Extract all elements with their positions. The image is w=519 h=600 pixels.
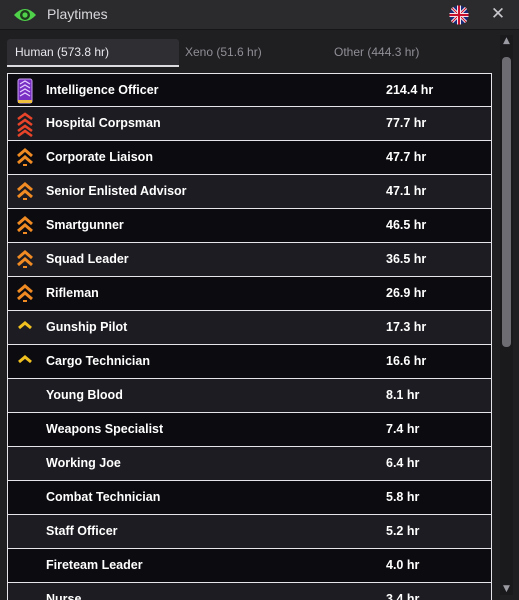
- orange-chevron-rank-icon: [14, 145, 36, 171]
- table-row: Young Blood 8.1 hr: [7, 379, 492, 413]
- table-row: Cargo Technician 16.6 hr: [7, 345, 492, 379]
- role-hours: 46.5 hr: [386, 218, 427, 232]
- role-name: Rifleman: [46, 286, 99, 300]
- role-name: Smartgunner: [46, 218, 124, 232]
- yellow-chevron-rank-icon: [14, 315, 36, 341]
- role-hours: 5.8 hr: [386, 490, 420, 504]
- yellow-chevron-rank-icon: [14, 349, 36, 375]
- role-name: Working Joe: [46, 456, 121, 470]
- table-row: Nurse 3.4 hr: [7, 583, 492, 600]
- tab-xeno[interactable]: Xeno (51.6 hr): [177, 39, 317, 67]
- table-row: Combat Technician 5.8 hr: [7, 481, 492, 515]
- role-hours: 47.7 hr: [386, 150, 427, 164]
- table-row: Squad Leader 36.5 hr: [7, 243, 492, 277]
- tab-human[interactable]: Human (573.8 hr): [7, 39, 179, 67]
- role-hours: 47.1 hr: [386, 184, 427, 198]
- scroll-up-arrow-icon[interactable]: ▲: [500, 35, 513, 47]
- table-row: Working Joe 6.4 hr: [7, 447, 492, 481]
- role-name: Intelligence Officer: [46, 83, 159, 97]
- purple-rank-insignia-icon: [14, 78, 36, 104]
- table-row: Intelligence Officer 214.4 hr: [7, 73, 492, 107]
- role-hours: 4.0 hr: [386, 558, 420, 572]
- role-name: Gunship Pilot: [46, 320, 128, 334]
- role-hours: 36.5 hr: [386, 252, 427, 266]
- role-name: Staff Officer: [46, 524, 118, 538]
- table-row: Fireteam Leader 4.0 hr: [7, 549, 492, 583]
- table-row: Staff Officer 5.2 hr: [7, 515, 492, 549]
- role-hours: 8.1 hr: [386, 388, 420, 402]
- uk-flag-icon: [449, 5, 469, 25]
- role-hours: 6.4 hr: [386, 456, 420, 470]
- table-row: Weapons Specialist 7.4 hr: [7, 413, 492, 447]
- role-hours: 16.6 hr: [386, 354, 427, 368]
- role-hours: 26.9 hr: [386, 286, 427, 300]
- orange-chevron-rank-icon: [14, 179, 36, 205]
- role-name: Weapons Specialist: [46, 422, 164, 436]
- tab-bar: Human (573.8 hr) Xeno (51.6 hr) Other (4…: [7, 39, 492, 67]
- role-name: Cargo Technician: [46, 354, 150, 368]
- scroll-down-arrow-icon[interactable]: ▼: [500, 583, 513, 595]
- table-row: Senior Enlisted Advisor 47.1 hr: [7, 175, 492, 209]
- role-name: Squad Leader: [46, 252, 129, 266]
- role-hours: 5.2 hr: [386, 524, 420, 538]
- role-hours: 7.4 hr: [386, 422, 420, 436]
- role-hours: 77.7 hr: [386, 116, 427, 130]
- window-title: Playtimes: [47, 6, 108, 22]
- title-bar: Playtimes ✕: [0, 0, 519, 30]
- eye-icon: [14, 9, 36, 21]
- table-row: Gunship Pilot 17.3 hr: [7, 311, 492, 345]
- table-row: Rifleman 26.9 hr: [7, 277, 492, 311]
- role-name: Young Blood: [46, 388, 123, 402]
- orange-chevron-rank-icon: [14, 281, 36, 307]
- table-row: Corporate Liaison 47.7 hr: [7, 141, 492, 175]
- orange-chevron-rank-icon: [14, 247, 36, 273]
- close-button[interactable]: ✕: [488, 4, 508, 24]
- table-row: Hospital Corpsman 77.7 hr: [7, 107, 492, 141]
- role-name: Nurse: [46, 592, 82, 600]
- scrollbar[interactable]: ▲ ▼: [500, 35, 513, 595]
- tab-other[interactable]: Other (444.3 hr): [326, 39, 476, 67]
- role-name: Senior Enlisted Advisor: [46, 184, 187, 198]
- role-name: Fireteam Leader: [46, 558, 143, 572]
- scroll-thumb[interactable]: [502, 57, 511, 347]
- role-name: Hospital Corpsman: [46, 116, 161, 130]
- playtime-table: Intelligence Officer 214.4 hr Hospital Cor…: [7, 73, 492, 600]
- role-hours: 214.4 hr: [386, 83, 434, 97]
- playtime-panel: Human (573.8 hr) Xeno (51.6 hr) Other (4…: [0, 30, 519, 600]
- role-name: Combat Technician: [46, 490, 161, 504]
- role-hours: 17.3 hr: [386, 320, 427, 334]
- role-hours: 3.4 hr: [386, 592, 420, 600]
- role-name: Corporate Liaison: [46, 150, 153, 164]
- orange-chevron-rank-icon: [14, 213, 36, 239]
- red-chevron-rank-icon: [14, 111, 36, 138]
- table-row: Smartgunner 46.5 hr: [7, 209, 492, 243]
